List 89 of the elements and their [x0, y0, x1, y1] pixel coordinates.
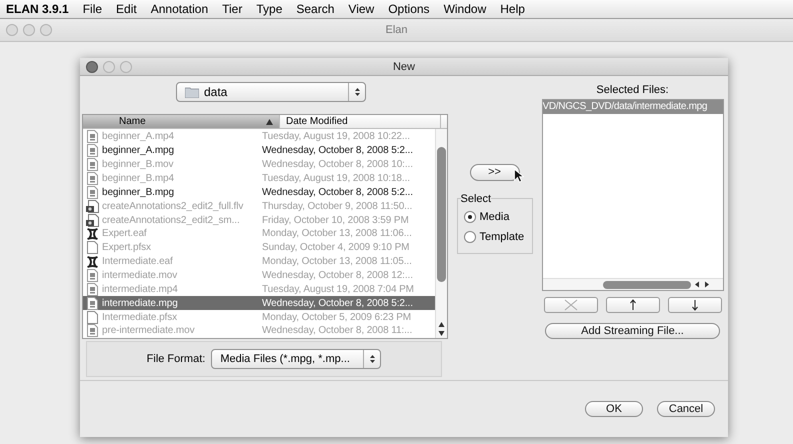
selected-files-title: Selected Files:	[596, 83, 669, 98]
menu-item[interactable]: Help	[500, 2, 525, 16]
file-name: Expert.eaf	[102, 228, 148, 240]
menu-item[interactable]: Search	[296, 2, 334, 16]
cancel-button[interactable]: Cancel	[657, 401, 715, 417]
folder-icon	[185, 86, 199, 98]
ok-button[interactable]: OK	[585, 401, 643, 417]
file-name: beginner_A.mp4	[102, 131, 175, 142]
radio-label: Template	[480, 230, 524, 242]
file-date: Monday, October 13, 2008 11:05...	[262, 256, 413, 268]
menu-item[interactable]: File	[82, 2, 102, 16]
radio-button[interactable]	[464, 230, 476, 242]
menu-item[interactable]: View	[348, 2, 374, 16]
scroll-arrows-icon[interactable]	[694, 281, 710, 288]
add-streaming-file-button[interactable]: Add Streaming File...	[545, 323, 720, 339]
file-date: Tuesday, August 19, 2008 10:22...	[262, 131, 411, 142]
radio-label: Media	[480, 210, 510, 222]
file-row[interactable]: beginner_A.mpg Wednesday, October 8, 2008 5:2...	[83, 144, 435, 158]
sort-arrow-icon	[266, 118, 273, 124]
file-date: Wednesday, October 8, 2008 5:2...	[262, 186, 414, 198]
file-format-popup[interactable]: Media Files (*.mpg, *.mp...	[211, 349, 382, 369]
movie-file-icon	[86, 172, 99, 185]
move-down-button[interactable]	[668, 297, 722, 314]
group-title: Select	[460, 192, 492, 204]
window-title: Elan	[385, 24, 408, 36]
movie-file-icon	[86, 144, 99, 158]
horizontal-scrollbar[interactable]	[542, 278, 722, 290]
move-up-button[interactable]	[606, 297, 660, 314]
menu-item[interactable]: Edit	[116, 2, 137, 16]
file-date: Wednesday, October 8, 2008 5:2...	[262, 145, 414, 156]
file-name: beginner_B.mov	[102, 159, 174, 170]
menu-item[interactable]: Annotation	[150, 2, 208, 16]
scroll-arrows-icon[interactable]	[438, 321, 445, 337]
file-name: Expert.pfsx	[102, 242, 152, 254]
file-name: beginner_B.mp4	[102, 173, 175, 184]
file-name: intermediate.mov	[102, 270, 178, 282]
file-date: Monday, October 5, 2009 6:23 PM	[262, 312, 412, 323]
column-header[interactable]: Name	[83, 115, 280, 128]
movie-file-icon	[86, 130, 99, 144]
column-header	[441, 115, 447, 128]
close-icon	[562, 299, 578, 312]
file-date: Monday, October 13, 2008 11:06...	[262, 228, 413, 240]
window-control-icon[interactable]	[86, 60, 98, 72]
file-name: beginner_B.mpg	[102, 186, 175, 198]
elan-file-icon	[86, 228, 99, 240]
file-date: Tuesday, August 19, 2008 7:04 PM	[262, 284, 415, 295]
document-icon	[86, 241, 99, 254]
menu-item[interactable]: Options	[388, 2, 430, 16]
file-name: pre-intermediate.mov	[102, 325, 196, 336]
file-date: Friday, October 10, 2008 3:59 PM	[262, 214, 410, 226]
movie-file-icon	[86, 269, 99, 282]
movie-file-icon	[86, 158, 99, 172]
folder-popup[interactable]: data	[176, 82, 366, 102]
file-date: Thursday, October 9, 2008 11:50...	[262, 200, 414, 212]
file-date: Wednesday, October 8, 2008 12:...	[262, 270, 414, 282]
file-row[interactable]: intermediate.mpg Wednesday, October 8, 2008 5:2...	[83, 296, 435, 310]
file-date: Wednesday, October 8, 2008 10:...	[262, 159, 414, 170]
file-name: Intermediate.pfsx	[102, 312, 178, 323]
file-row[interactable]: beginner_B.mpg Wednesday, October 8, 2008 5:2...	[83, 185, 435, 200]
radio-button[interactable]	[464, 210, 476, 222]
file-date: Tuesday, August 19, 2008 10:18...	[262, 173, 411, 184]
dialog-title: New	[393, 60, 415, 72]
mouse-cursor-icon	[514, 169, 524, 183]
file-date: Sunday, October 4, 2009 9:10 PM	[262, 242, 410, 254]
file-name: createAnnotations2_edit2_sm...	[102, 214, 241, 226]
document-icon	[86, 310, 99, 324]
movie-file-icon	[86, 186, 99, 199]
file-name: intermediate.mp4	[102, 284, 179, 295]
file-name: createAnnotations2_edit2_full.flv	[102, 200, 244, 212]
column-header[interactable]: Date Modified	[280, 115, 441, 128]
movie-file-icon	[86, 296, 99, 310]
elan-file-icon	[86, 256, 99, 268]
movie-file-icon	[86, 282, 99, 296]
arrow-down-icon	[690, 299, 698, 312]
menu-item[interactable]: Tier	[222, 2, 242, 16]
vertical-scrollbar[interactable]	[435, 129, 447, 338]
file-name: Intermediate.eaf	[102, 256, 174, 268]
file-date: Wednesday, October 8, 2008 5:2...	[262, 298, 414, 309]
add-button[interactable]: >>	[470, 164, 520, 180]
video-file-icon	[86, 214, 99, 227]
file-name: intermediate.mpg	[102, 298, 179, 309]
app-menu[interactable]: ELAN 3.9.1	[6, 2, 69, 16]
video-file-icon	[86, 200, 99, 213]
file-name: beginner_A.mpg	[102, 145, 175, 156]
menu-item[interactable]: Window	[444, 2, 486, 16]
menu-item[interactable]: Type	[256, 2, 282, 16]
file-date: Wednesday, October 8, 2008 11:...	[262, 325, 414, 336]
file-format-label: File Format:	[146, 353, 206, 365]
arrow-up-icon	[628, 299, 636, 312]
